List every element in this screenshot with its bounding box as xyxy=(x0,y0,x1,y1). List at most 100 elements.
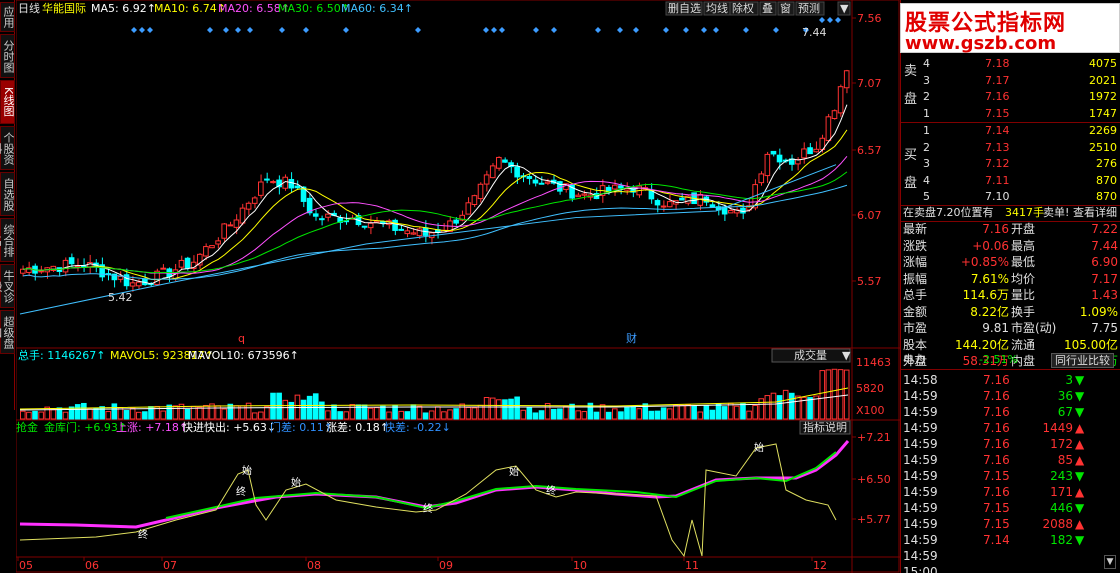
event-diamond[interactable] xyxy=(663,27,669,33)
volume-bar xyxy=(654,410,661,420)
volume-bar xyxy=(795,395,801,420)
volume-bar xyxy=(611,408,618,420)
event-diamond[interactable] xyxy=(551,27,557,33)
left-tab-3[interactable]: 个股资料 xyxy=(0,126,15,170)
tick-time-3: 14:59 xyxy=(903,421,938,435)
event-diamond[interactable] xyxy=(633,27,639,33)
candle xyxy=(611,184,618,190)
tick-up-arrow-icon: ▲ xyxy=(1075,517,1085,531)
indicator-axis-label-2: +5.77 xyxy=(857,513,891,526)
event-diamond[interactable] xyxy=(223,27,229,33)
sell-row-2[interactable]: 2 7.16 1972 xyxy=(901,89,1120,105)
quote-row-3: 振幅 7.61% 均价 7.17 xyxy=(901,271,1120,287)
candle xyxy=(483,174,490,185)
event-diamond[interactable] xyxy=(743,27,749,33)
tick-volume-1: 36 xyxy=(1057,389,1073,403)
quote-row-7: 股本 144.20亿 流通 105.00亿 xyxy=(901,337,1120,353)
tick-down-arrow-icon: ▼ xyxy=(1075,389,1085,403)
indicator-header-4: 门差: 0.11↑ xyxy=(270,420,333,434)
left-tab-4[interactable]: 自选股 xyxy=(0,172,15,216)
candle xyxy=(245,202,252,210)
event-diamond[interactable] xyxy=(533,27,539,33)
event-diamond[interactable] xyxy=(499,27,505,33)
chart-svg[interactable]: 日线 华能国际 MA5: 6.92↑MA10: 6.74↑MA20: 6.58↑MA… xyxy=(15,0,900,573)
sell-row-3[interactable]: 1 7.15 1747 xyxy=(901,106,1120,122)
buy-row-3[interactable]: 4 7.11 870 xyxy=(901,173,1120,189)
event-diamond[interactable] xyxy=(491,27,497,33)
candle xyxy=(203,246,209,257)
pending-order-row[interactable]: 在卖盘7.20位置有 3417手 卖单! 查看详细 xyxy=(901,205,1120,221)
left-tab-2[interactable]: K线图 xyxy=(0,80,15,124)
event-diamond[interactable] xyxy=(835,17,841,23)
event-diamond[interactable] xyxy=(773,27,779,33)
left-tab-1[interactable]: 分时图 xyxy=(0,34,15,78)
quote-value-right-6: 7.75 xyxy=(1091,321,1118,335)
event-diamond[interactable] xyxy=(827,17,833,23)
event-diamond[interactable] xyxy=(131,27,137,33)
ticks-scroll-down-icon[interactable]: ▼ xyxy=(1104,555,1116,569)
volume-bar xyxy=(441,411,447,420)
tick-volume-3: 1449 xyxy=(1042,421,1073,435)
pending-detail-link[interactable]: 查看详细 xyxy=(1073,205,1117,221)
buy-row-4[interactable]: 5 7.10 870 xyxy=(901,189,1120,205)
event-diamond[interactable] xyxy=(617,27,623,33)
indicator-header-5: 涨差: 0.18↑ xyxy=(326,420,389,434)
indicator-marker-7: 终 xyxy=(546,484,556,497)
event-diamond[interactable] xyxy=(207,27,213,33)
event-diamond[interactable] xyxy=(683,27,689,33)
event-diamond[interactable] xyxy=(415,27,421,33)
buy-row-0[interactable]: 1 7.14 2269 xyxy=(901,123,1120,139)
event-diamond[interactable] xyxy=(279,27,285,33)
tick-down-arrow-icon: ▼ xyxy=(1075,501,1085,515)
quote-key-left-6: 市盈 xyxy=(903,321,928,335)
event-diamond[interactable] xyxy=(139,27,145,33)
volume-selector-label: 成交量 xyxy=(794,348,827,362)
event-diamond[interactable] xyxy=(235,27,241,33)
candle xyxy=(453,219,459,224)
event-diamond[interactable] xyxy=(595,27,601,33)
quote-value-left-4: 114.6万 xyxy=(962,288,1009,302)
sell-level-2: 2 xyxy=(923,90,930,103)
candle xyxy=(361,225,368,228)
event-diamond[interactable] xyxy=(147,27,153,33)
volume-bar xyxy=(636,408,642,420)
sell-price-3: 7.15 xyxy=(985,106,1010,120)
tick-price-7: 7.16 xyxy=(983,485,1010,499)
tick-row-5: 14:59 7.16 85 ▲ xyxy=(901,452,1120,468)
tick-row-11: 14:59 xyxy=(901,548,1120,564)
event-diamond[interactable] xyxy=(343,27,349,33)
quote-value-left-6: 9.81 xyxy=(982,321,1009,335)
kline-chart-area[interactable]: 日线 华能国际 MA5: 6.92↑ MA10: 6.74↑ MA20: 6.58↑ MA… xyxy=(15,0,900,573)
tick-price-6: 7.15 xyxy=(983,469,1010,483)
volume-bar xyxy=(227,403,234,420)
event-diamond[interactable] xyxy=(247,27,253,33)
marker-q: q xyxy=(238,332,245,345)
sell-row-0[interactable]: 4 7.18 4075 xyxy=(901,56,1120,72)
volume-bar xyxy=(343,411,350,420)
left-tab-7[interactable]: 超级盘口 xyxy=(0,310,15,354)
volume-bar xyxy=(514,396,520,420)
volume-bar xyxy=(526,406,533,420)
left-tab-0[interactable]: 应用 xyxy=(0,2,15,32)
event-diamond[interactable] xyxy=(819,17,825,23)
peer-compare-button[interactable]: 同行业比较 xyxy=(1051,353,1114,368)
candle xyxy=(514,166,520,178)
event-diamond[interactable] xyxy=(713,27,719,33)
toolbar-button-label-4: 窗 xyxy=(780,1,791,15)
sector-row: 电力 -2.51% 同行业比较 xyxy=(901,352,1120,368)
event-diamond[interactable] xyxy=(303,27,309,33)
event-diamond[interactable] xyxy=(701,27,707,33)
event-diamond[interactable] xyxy=(483,27,489,33)
quote-key-right-5: 换手 xyxy=(1011,304,1036,319)
pending-type: 卖单! xyxy=(1043,206,1070,219)
date-label-6: 11 xyxy=(685,559,699,572)
candle xyxy=(727,209,734,214)
left-tab-5[interactable]: 综合排名 xyxy=(0,218,15,262)
sell-row-1[interactable]: 3 7.17 2021 xyxy=(901,73,1120,89)
buy-row-2[interactable]: 3 7.12 276 xyxy=(901,156,1120,172)
left-tab-6[interactable]: 牛叉诊股 xyxy=(0,264,15,308)
buy-row-1[interactable]: 2 7.13 2510 xyxy=(901,140,1120,156)
tick-row-4: 14:59 7.16 172 ▲ xyxy=(901,436,1120,452)
candle xyxy=(575,194,581,198)
quote-key-left-4: 总手 xyxy=(903,288,928,302)
